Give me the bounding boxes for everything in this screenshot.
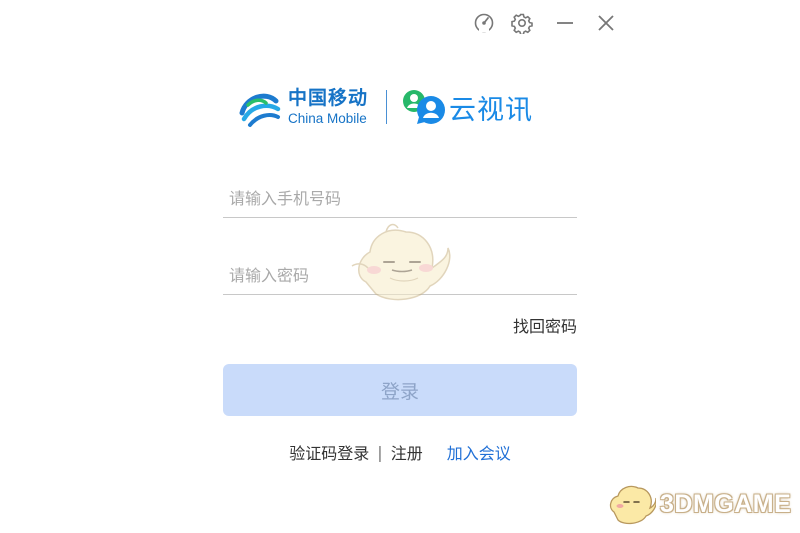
china-mobile-wordmark: 中国移动 China Mobile: [288, 86, 369, 126]
phone-field: [223, 179, 577, 218]
china-mobile-en: China Mobile: [288, 110, 367, 126]
join-meeting-link[interactable]: 加入会议: [447, 440, 511, 464]
close-icon[interactable]: [593, 10, 619, 36]
forgot-password-link[interactable]: 找回密码: [513, 313, 577, 337]
login-window: 中国移动 China Mobile 云视讯 找回密码 登录: [0, 0, 800, 533]
login-button[interactable]: 登录: [223, 364, 577, 416]
yunshixun-logo-icon: [403, 90, 446, 124]
watermark-text: 3DMGAME: [660, 489, 792, 518]
logo-divider: [386, 90, 388, 124]
product-name: 云视讯: [449, 94, 534, 126]
site-watermark: 3DMGAME: [604, 482, 791, 526]
minimize-icon[interactable]: [552, 10, 578, 36]
gear-icon[interactable]: [509, 10, 535, 36]
phone-input[interactable]: [223, 179, 577, 217]
alt-actions: 验证码登录 | 注册 加入会议: [0, 440, 800, 464]
china-mobile-logo-icon: [239, 93, 281, 127]
action-separator: |: [377, 442, 383, 462]
brand-header: 中国移动 China Mobile 云视讯: [236, 82, 533, 132]
watermark-mascot-icon: [609, 485, 656, 525]
china-mobile-cn: 中国移动: [288, 86, 369, 109]
sms-login-link[interactable]: 验证码登录: [289, 440, 369, 464]
mascot-watermark-icon: [351, 223, 451, 301]
register-link[interactable]: 注册: [391, 440, 423, 464]
speedometer-icon[interactable]: [471, 10, 497, 36]
